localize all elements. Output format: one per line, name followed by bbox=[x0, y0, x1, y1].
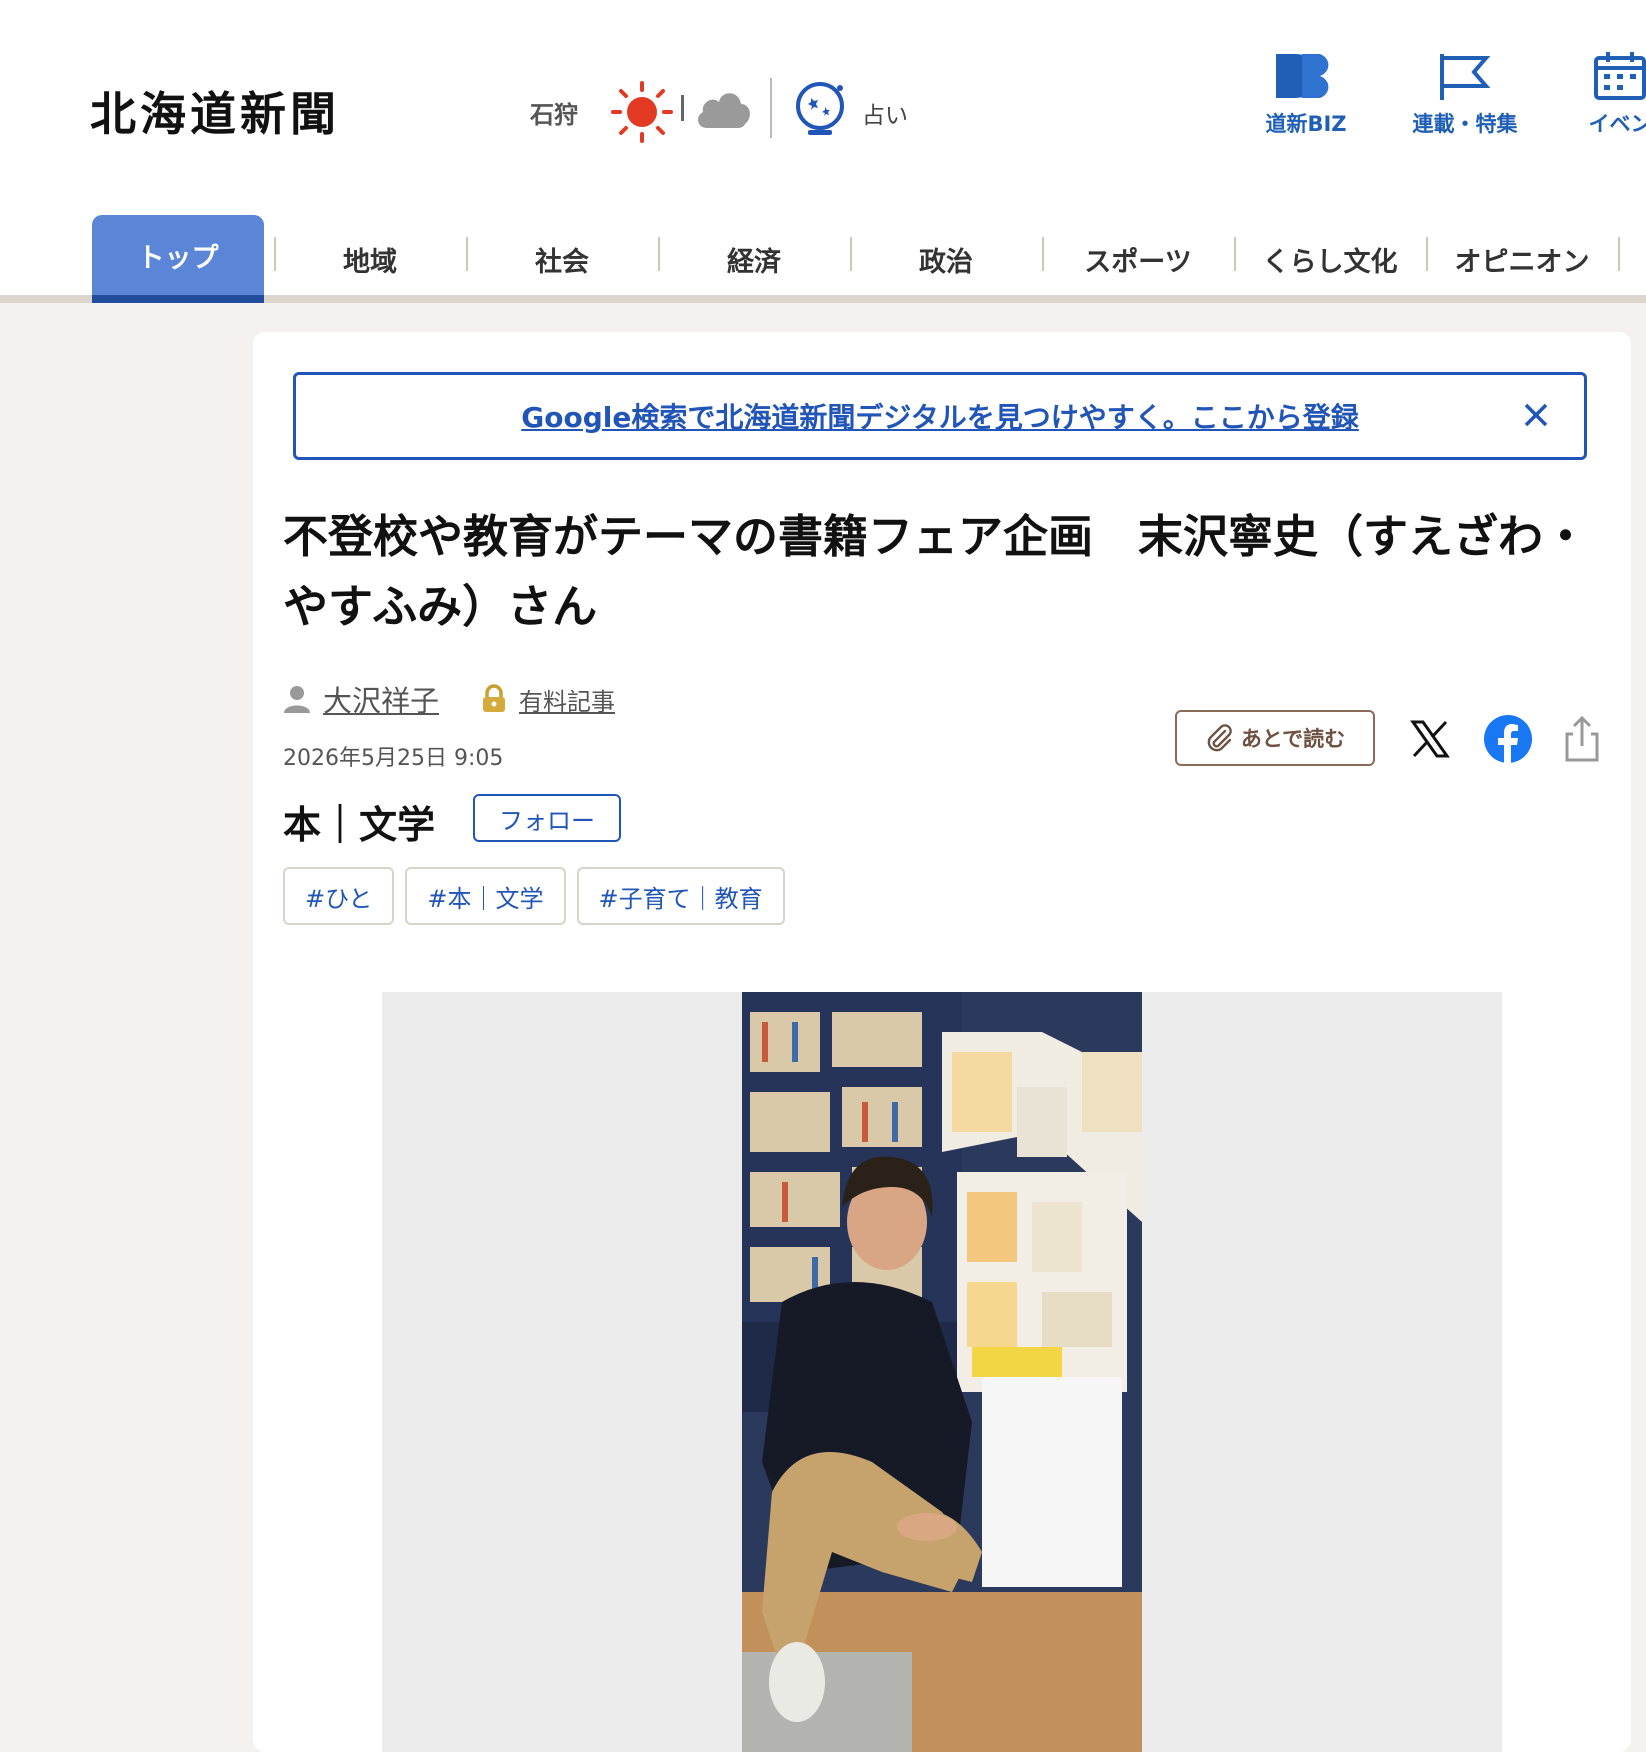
nav-separator bbox=[1426, 237, 1428, 271]
close-icon[interactable] bbox=[1518, 397, 1554, 433]
article-card: Google検索で北海道新聞デジタルを見つけやすく。ここから登録 不登校や教育が… bbox=[253, 332, 1631, 1752]
nav-separator bbox=[274, 237, 276, 271]
event-label: イベン bbox=[1589, 112, 1646, 136]
category-nav: トップ 地域 社会 経済 政治 スポーツ くらし文化 オピニオン bbox=[0, 215, 1646, 303]
tab-sports[interactable]: スポーツ bbox=[1052, 215, 1224, 303]
doshin-biz-label: 道新BIZ bbox=[1265, 112, 1346, 136]
sun-icon[interactable] bbox=[610, 80, 674, 144]
read-later-label: あとで読む bbox=[1241, 723, 1345, 753]
nav-separator bbox=[850, 237, 852, 271]
cloud-icon[interactable] bbox=[693, 82, 753, 134]
tab-politics[interactable]: 政治 bbox=[860, 215, 1032, 303]
nav-separator bbox=[658, 237, 660, 271]
x-icon[interactable] bbox=[1405, 714, 1455, 764]
nav-separator bbox=[1618, 237, 1620, 271]
nav-separator bbox=[466, 237, 468, 271]
dd-biz-icon bbox=[1274, 50, 1338, 102]
weather-city[interactable]: 石狩 bbox=[530, 95, 578, 130]
doshin-biz-link[interactable]: 道新BIZ bbox=[1262, 50, 1350, 138]
event-link[interactable]: イベン bbox=[1580, 50, 1646, 138]
article-photo[interactable] bbox=[742, 992, 1142, 1752]
fortune-link[interactable]: 占い bbox=[862, 96, 908, 130]
share-icon[interactable] bbox=[1557, 714, 1607, 764]
read-later-button[interactable]: あとで読む bbox=[1175, 710, 1375, 766]
tab-economy[interactable]: 経済 bbox=[668, 215, 840, 303]
weather-separator bbox=[681, 95, 684, 121]
site-header: 北海道新聞 石狩 占い 道新BIZ 連載・特集 bbox=[0, 0, 1646, 215]
tag-books-literature[interactable]: #本｜文学 bbox=[405, 867, 565, 925]
tab-society[interactable]: 社会 bbox=[476, 215, 648, 303]
tab-life-culture[interactable]: くらし文化 bbox=[1244, 215, 1416, 303]
tag-parenting-education[interactable]: #子育て｜教育 bbox=[577, 867, 785, 925]
follow-button[interactable]: フォロー bbox=[473, 794, 621, 842]
byline: 大沢祥子 有料記事 bbox=[283, 678, 615, 720]
serial-feature-label: 連載・特集 bbox=[1413, 112, 1518, 136]
person-icon bbox=[283, 684, 311, 714]
facebook-icon[interactable] bbox=[1483, 714, 1533, 764]
tag-list: #ひと #本｜文学 #子育て｜教育 bbox=[283, 867, 796, 925]
serial-feature-link[interactable]: 連載・特集 bbox=[1410, 50, 1520, 138]
nav-separator bbox=[1042, 237, 1044, 271]
paid-article-link[interactable]: 有料記事 bbox=[519, 682, 615, 717]
publish-date: 2026年5月25日 9:05 bbox=[283, 740, 503, 772]
lock-icon bbox=[479, 684, 509, 714]
tab-opinion[interactable]: オピニオン bbox=[1436, 215, 1608, 303]
google-register-link[interactable]: Google検索で北海道新聞デジタルを見つけやすく。ここから登録 bbox=[521, 396, 1359, 436]
author-link[interactable]: 大沢祥子 bbox=[323, 678, 439, 720]
tab-top[interactable]: トップ bbox=[92, 215, 264, 303]
article-photo-frame bbox=[382, 992, 1502, 1752]
nav-separator bbox=[1234, 237, 1236, 271]
site-logo[interactable]: 北海道新聞 bbox=[90, 78, 340, 144]
tab-region[interactable]: 地域 bbox=[284, 215, 456, 303]
calendar-icon bbox=[1592, 50, 1646, 102]
flag-icon bbox=[1436, 50, 1494, 102]
category-label: 本｜文学 bbox=[283, 794, 435, 849]
google-register-banner: Google検索で北海道新聞デジタルを見つけやすく。ここから登録 bbox=[293, 372, 1587, 460]
paperclip-icon bbox=[1205, 723, 1235, 753]
tag-hito[interactable]: #ひと bbox=[283, 867, 394, 925]
fortune-icon[interactable] bbox=[792, 80, 850, 140]
header-divider bbox=[770, 78, 772, 138]
article-title: 不登校や教育がテーマの書籍フェア企画 末沢寧史（すえざわ・やすふみ）さん bbox=[283, 502, 1613, 642]
